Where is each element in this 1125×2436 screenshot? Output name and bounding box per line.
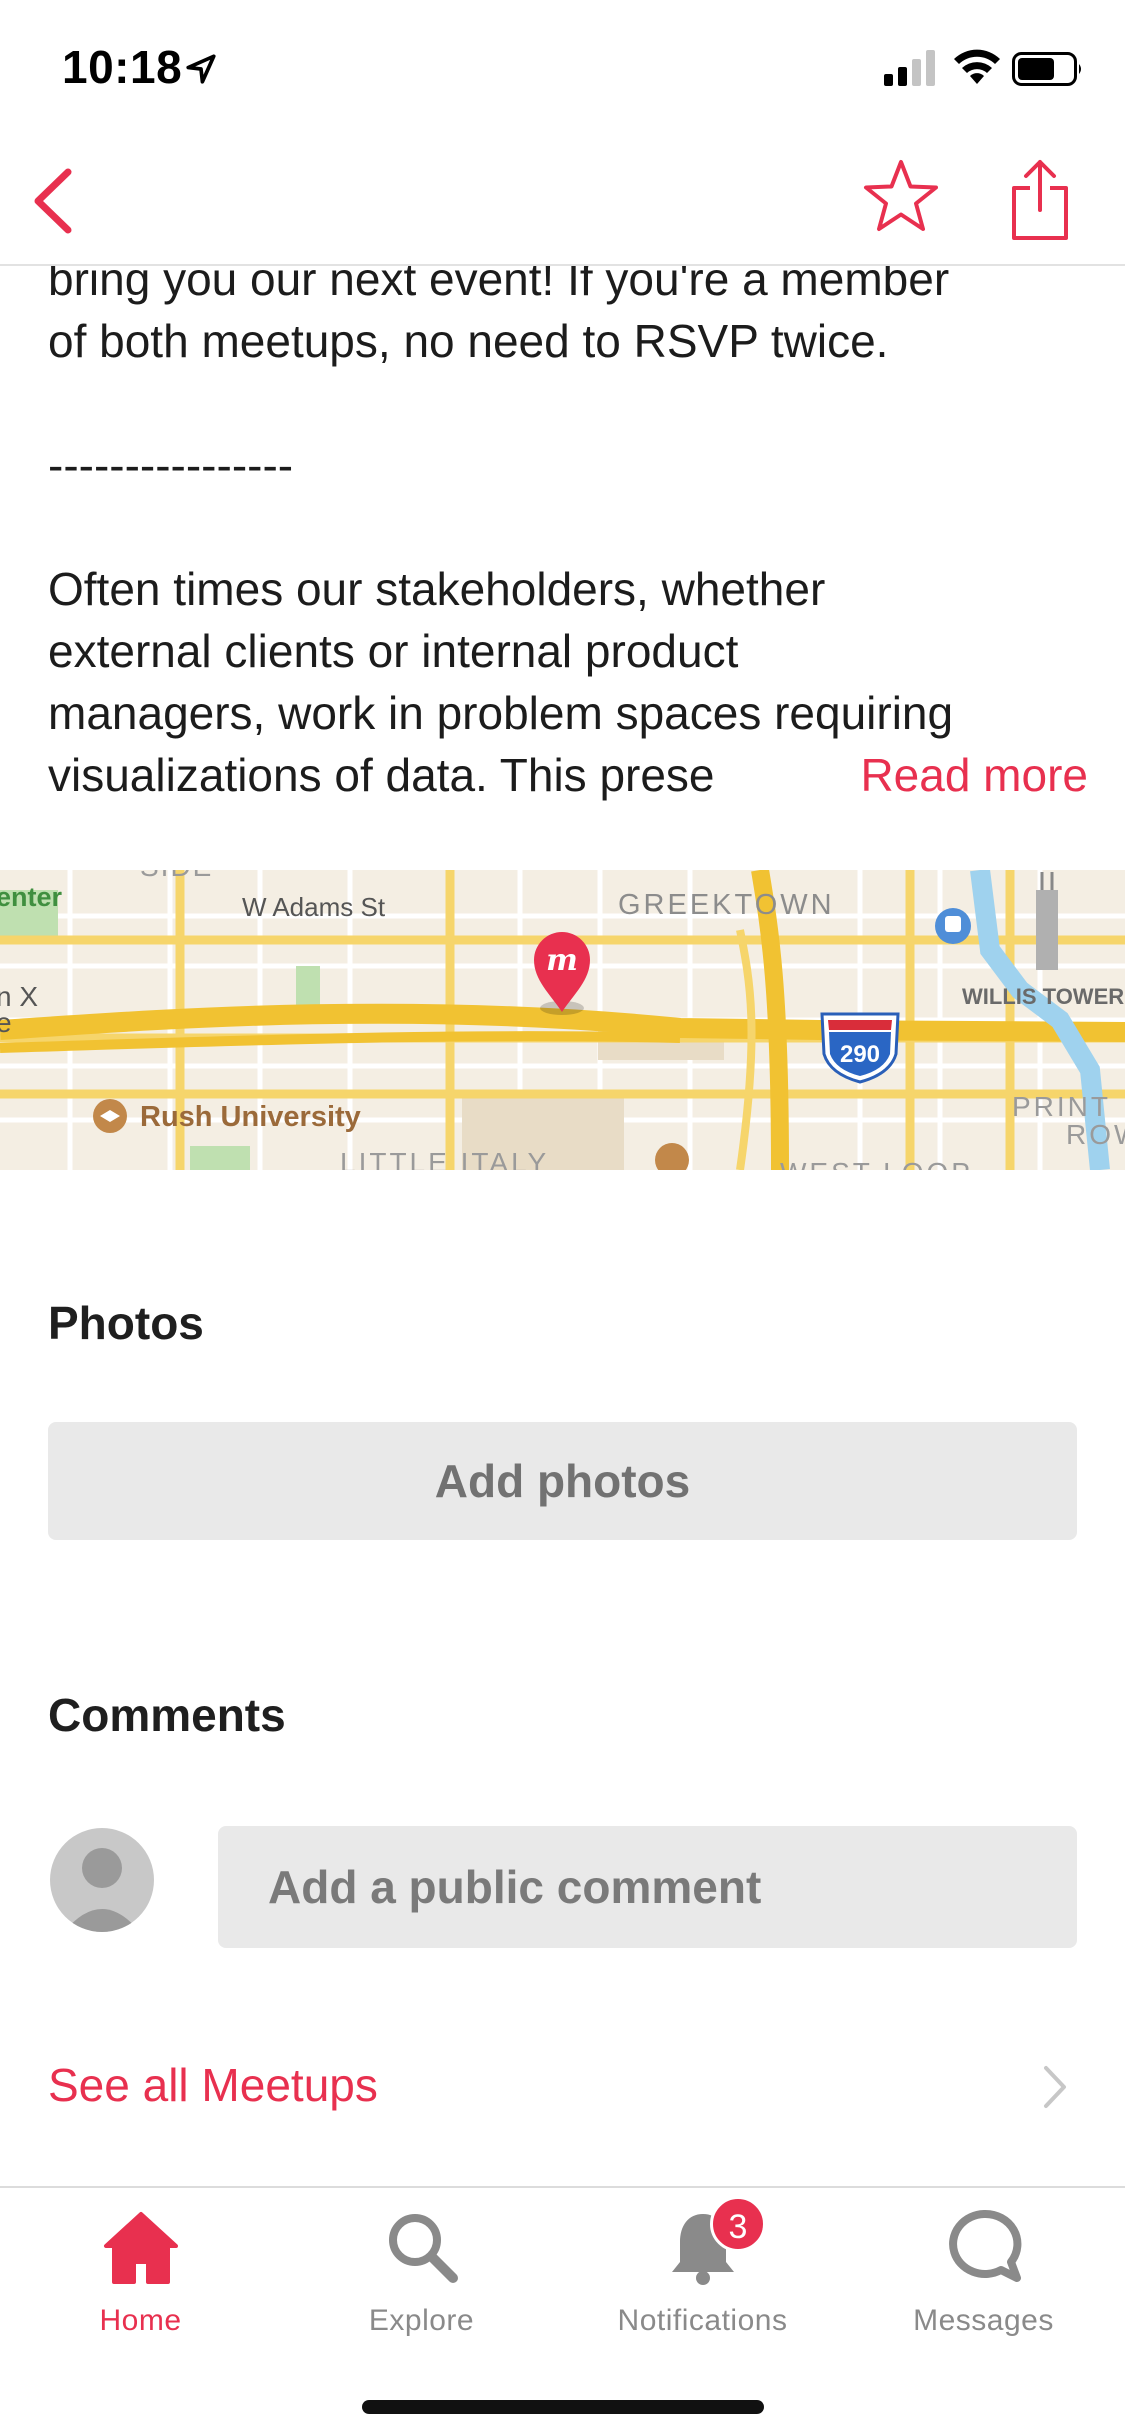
tab-messages[interactable]: Messages [843,2206,1124,2356]
location-arrow-icon [186,54,216,84]
see-all-meetups-row[interactable]: See all Meetups [0,2032,1125,2142]
wifi-icon [954,49,1000,84]
event-location-map[interactable]: 290 SIDE enter W Adams St GREEKTOWN WILL… [0,870,1125,1170]
tab-explore[interactable]: Explore [281,2206,562,2356]
comments-section-title: Comments [48,1689,286,1741]
photos-section-title: Photos [48,1297,204,1349]
highway-number: 290 [840,1041,880,1068]
home-icon [104,2212,178,2284]
tab-label: Notifications [617,2304,788,2337]
description-line: managers, work in problem spaces requiri… [48,687,954,739]
map-label: PRINT [1012,1091,1111,1122]
description-divider: ---------------- [48,439,294,491]
pin-letter: m [546,943,578,978]
status-bar: 10:18 [0,0,1125,132]
map-label: Rush University [140,1101,361,1133]
add-photos-button[interactable]: Add photos [48,1422,1077,1540]
description-line: Often times our stakeholders, whether [48,563,826,615]
description-line: visualizations of data. This prese [48,749,715,801]
status-time: 10:18 [62,41,183,93]
map-label: WILLIS TOWER [962,984,1124,1009]
chevron-left-icon[interactable] [20,164,86,238]
chat-bubble-icon [949,2209,1022,2282]
chevron-right-icon [1044,2066,1066,2108]
map-label: LITTLE ITALY [340,1147,549,1170]
navigation-bar [0,132,1125,266]
tab-label: Explore [368,2304,475,2337]
notification-badge: 3 [710,2196,766,2252]
cellular-signal-icon [884,50,935,86]
read-more-link[interactable]: Read more [850,744,1088,806]
tab-bar: Home Explore 3 Notifications Messages [0,2186,1125,2436]
tab-label: Home [99,2304,182,2337]
search-icon [389,2214,458,2283]
description-line: of both meetups, no need to RSVP twice. [48,315,889,367]
star-icon[interactable] [862,158,940,236]
user-silhouette-icon [64,1848,140,1932]
map-label: WEST LOOP [780,1157,973,1170]
map-label: SIDE [140,870,213,882]
map-label: GREEKTOWN [618,889,835,921]
add-comment-input[interactable]: Add a public comment [218,1826,1077,1948]
map-label: enter [0,882,63,912]
tab-label: Messages [913,2304,1054,2337]
tab-notifications[interactable]: 3 Notifications [562,2196,843,2356]
event-description: bring you our next event! If you're a me… [48,248,1088,806]
map-label: W Adams St [242,892,386,922]
home-indicator[interactable] [362,2400,764,2414]
battery-icon [1012,52,1081,86]
avatar [50,1828,154,1932]
description-line: external clients or internal product [48,625,739,677]
tab-home[interactable]: Home [0,2206,281,2356]
see-all-meetups-link[interactable]: See all Meetups [48,2058,378,2112]
share-icon[interactable] [1010,158,1070,242]
map-graphic: 290 SIDE enter W Adams St GREEKTOWN WILL… [0,870,1125,1170]
map-label: e [0,1007,12,1038]
map-label: ROW [1066,1119,1125,1150]
